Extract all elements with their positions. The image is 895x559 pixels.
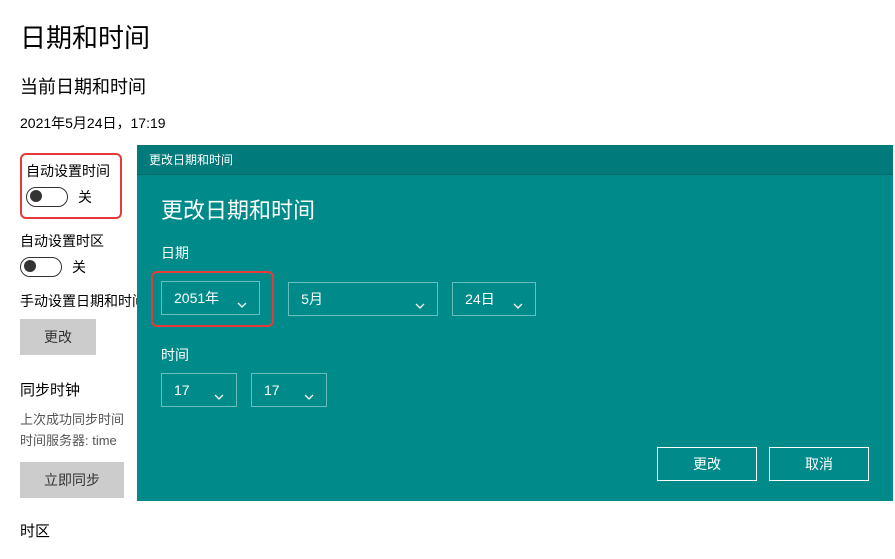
change-button[interactable]: 更改 [20,319,96,355]
year-value: 2051年 [174,288,219,308]
day-value: 24日 [465,289,495,309]
dialog-heading: 更改日期和时间 [161,193,869,225]
dialog-titlebar: 更改日期和时间 [137,145,893,175]
chevron-down-icon [513,296,523,302]
minute-dropdown[interactable]: 17 [251,373,327,407]
auto-time-highlight: 自动设置时间 关 [20,153,122,219]
auto-time-toggle[interactable] [26,187,68,207]
month-dropdown[interactable]: 5月 [288,282,438,316]
day-dropdown[interactable]: 24日 [452,282,536,316]
auto-time-label: 自动设置时间 [26,161,110,181]
dialog-cancel-button[interactable]: 取消 [769,447,869,481]
auto-tz-state: 关 [72,257,86,277]
auto-time-state: 关 [78,187,92,207]
timezone-heading: 时区 [20,520,875,541]
chevron-down-icon [415,296,425,302]
time-label: 时间 [161,345,869,365]
current-datetime: 2021年5月24日，17:19 [20,113,875,133]
change-datetime-dialog: 更改日期和时间 更改日期和时间 日期 2051年 5月 24日 时间 [137,145,893,501]
page-title: 日期和时间 [20,18,875,55]
toggle-thumb [30,190,42,202]
toggle-thumb [24,260,36,272]
current-datetime-heading: 当前日期和时间 [20,73,875,99]
chevron-down-icon [304,387,314,393]
auto-tz-toggle[interactable] [20,257,62,277]
year-highlight: 2051年 [151,271,274,327]
month-value: 5月 [301,289,323,309]
dialog-change-button[interactable]: 更改 [657,447,757,481]
date-label: 日期 [161,243,869,263]
hour-dropdown[interactable]: 17 [161,373,237,407]
chevron-down-icon [214,387,224,393]
sync-now-button[interactable]: 立即同步 [20,462,124,498]
hour-value: 17 [174,382,190,398]
minute-value: 17 [264,382,280,398]
year-dropdown[interactable]: 2051年 [161,281,260,315]
chevron-down-icon [237,295,247,301]
